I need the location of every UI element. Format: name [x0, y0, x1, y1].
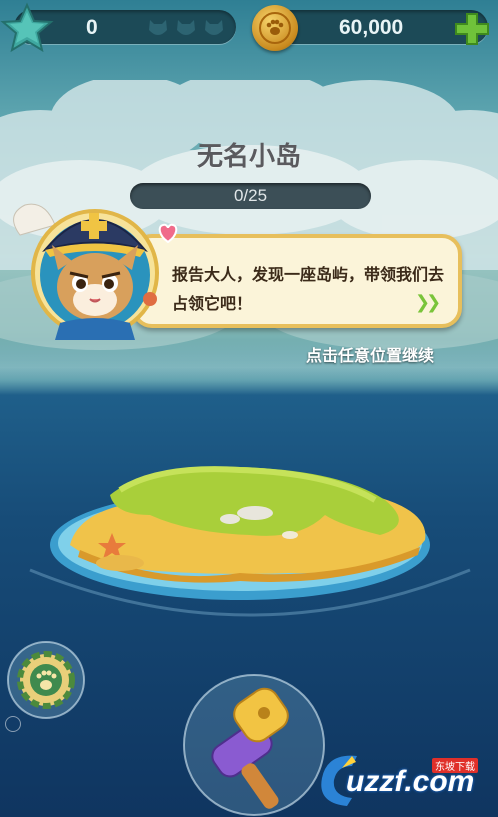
star-icon[interactable]	[0, 2, 54, 54]
next-arrows-icon[interactable]: ❯❯	[415, 292, 441, 313]
hammer-icon[interactable]	[182, 673, 326, 817]
island-title: 无名小岛	[196, 141, 301, 171]
tap-to-continue-hint: 点击任意位置继续	[306, 346, 435, 365]
speech-dialog[interactable]: 报告大人，发现一座岛屿，带领我们去占领它吧！	[132, 234, 462, 328]
heart-slot-icon	[149, 20, 167, 35]
stars-count: 0	[86, 16, 98, 39]
dialog-message: 报告大人，发现一座岛屿，带领我们去占领它吧！	[172, 265, 445, 313]
watermark-sub: 东坡下载	[432, 758, 478, 773]
heart-slot-icon	[205, 20, 223, 35]
decor-bubble	[5, 716, 21, 732]
pirate-cat-character	[13, 203, 159, 340]
coin-paw-icon	[252, 5, 298, 51]
paw-button-icon[interactable]	[6, 640, 86, 720]
unnamed-island[interactable]	[40, 455, 460, 655]
game-scene[interactable]: 0 60,000 无名小岛 0/25 报告大人，发现一座岛屿，带领我们去占领它吧…	[0, 0, 498, 817]
heart-slot-icon	[177, 20, 195, 35]
plus-icon[interactable]	[452, 10, 492, 48]
coins-count: 60,000	[339, 16, 404, 39]
